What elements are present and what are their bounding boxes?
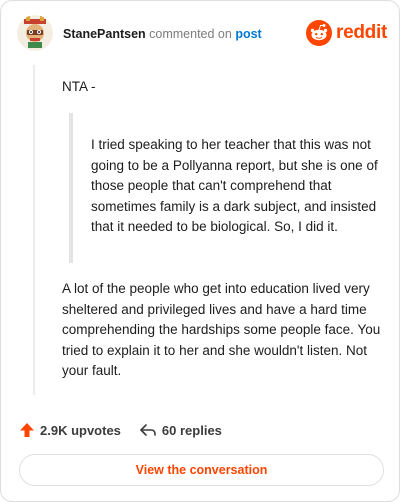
reddit-logo[interactable]: reddit <box>306 19 387 47</box>
avatar-icon <box>17 15 53 51</box>
upvote-arrow-icon <box>20 423 34 437</box>
comment-stats: 2.9K upvotes 60 replies <box>19 420 240 440</box>
avatar[interactable] <box>17 15 53 51</box>
comment-opener: NTA - <box>62 77 382 98</box>
comment-opener-text: NTA - <box>62 79 96 94</box>
comment-card: StanePantsen commented on post reddit NT… <box>0 0 400 502</box>
action-text: commented on <box>149 27 232 41</box>
upvote-stat[interactable]: 2.9K upvotes <box>19 422 121 438</box>
reddit-logo-icon <box>306 20 333 46</box>
quote-bar <box>69 113 73 263</box>
thread-line <box>33 65 35 395</box>
comment-body: A lot of the people who get into educati… <box>62 281 381 378</box>
quoted-text: I tried speaking to her teacher that thi… <box>91 137 378 234</box>
username-link[interactable]: StanePantsen <box>63 27 146 41</box>
reply-icon <box>140 424 156 436</box>
reddit-wordmark: reddit <box>336 22 387 43</box>
reply-count: 60 replies <box>161 422 222 438</box>
post-link[interactable]: post <box>235 27 261 41</box>
upvote-count: 2.9K upvotes <box>40 422 121 438</box>
byline: StanePantsen commented on post <box>63 27 262 41</box>
reply-stat[interactable]: 60 replies <box>139 422 222 438</box>
card-header: StanePantsen commented on post reddit <box>15 15 387 53</box>
view-conversation-button[interactable]: View the conversation <box>19 454 384 486</box>
